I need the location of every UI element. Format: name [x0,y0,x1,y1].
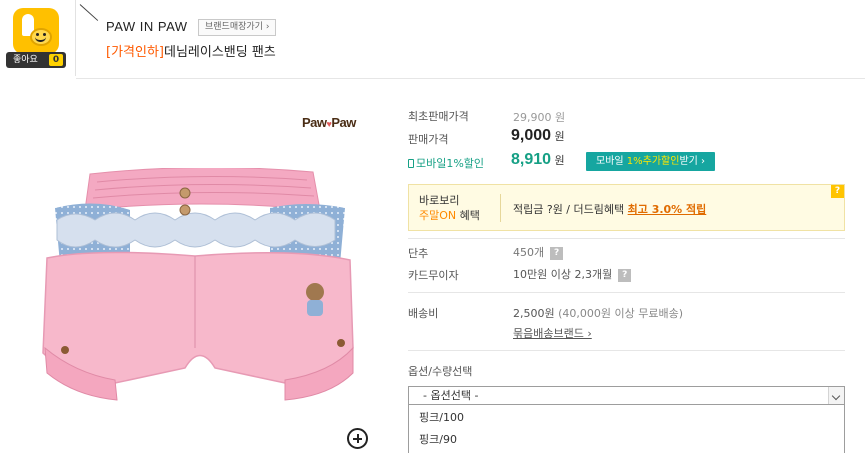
card-interest-label: 카드무이자 [408,269,459,282]
mobile-price: 8,910 원 [511,151,565,169]
help-icon[interactable]: ? [831,185,844,198]
like-count: 0 [49,54,63,66]
weekend-benefit-label: 바로보리 주말ON 혜택 [419,194,480,222]
sale-price: 9,000 원 [511,127,565,145]
mobile-price-unit: 원 [554,154,565,167]
option-selected: - 옵션선택 - [423,389,479,402]
orig-price-value: 29,900 원 [513,111,566,124]
mobile-discount-label: 모바일1%할인 [408,155,484,171]
product-image[interactable] [35,168,365,418]
orig-price-label: 최초판매가격 [408,110,469,123]
divider [408,350,845,351]
header-divider [76,78,865,79]
bundle-shipping-link[interactable]: 묶음배송브랜드 › [513,325,592,341]
breadcrumb-separator [79,4,99,21]
sale-price-value: 9,000 [511,127,552,144]
max-reward-link[interactable]: 최고 3.0% 적립 [628,203,707,216]
promo-divider [500,194,501,222]
shipping-label: 배송비 [408,307,439,320]
zoom-in-icon[interactable] [347,428,368,449]
button-count-label: 단추 [408,247,429,260]
option-select[interactable]: - 옵션선택 - [408,386,845,405]
product-name: 데님레이스밴딩 팬츠 [163,45,276,60]
help-icon[interactable]: ? [550,246,564,260]
mobile-price-value: 8,910 [511,151,552,168]
button-count: 450개? [513,244,564,260]
help-icon[interactable]: ? [618,268,632,282]
brand-logo: Paw♥Paw [302,115,356,130]
option-item[interactable]: 핑크/100 [419,409,464,425]
sale-price-unit: 원 [554,130,565,143]
card-interest: 10만원 이상 2,3개월? [513,266,632,282]
chevron-down-icon[interactable] [828,387,844,404]
mobile-extra-discount-button[interactable]: 모바일 1%추가할인받기 › [586,152,716,171]
like-box[interactable]: 좋아요 0 [0,0,76,76]
divider [408,238,845,239]
promo-text: 적립금 ?원 / 더드림혜택 최고 3.0% 적립 [513,203,707,216]
like-button[interactable]: 좋아요 0 [6,52,66,68]
brand-shop-button[interactable]: 브랜드매장가기 › [198,19,277,36]
product-title: [가격인하]데님레이스밴딩 팬츠 [106,41,276,60]
option-label: 옵션/수량선택 [408,365,473,378]
divider [408,292,845,293]
promo-banner: 바로보리 주말ON 혜택 적립금 ?원 / 더드림혜택 최고 3.0% 적립 ? [408,184,845,231]
brand-name[interactable]: PAW IN PAW [106,19,188,34]
option-list: 핑크/100 핑크/90 [408,405,845,453]
shipping-fee: 2,500원 (40,000원 이상 무료배송) [513,307,684,320]
price-cut-tag: [가격인하] [106,45,164,60]
thumbs-up-smile-icon[interactable] [13,8,59,54]
mobile-phone-icon [408,159,414,168]
option-item[interactable]: 핑크/90 [419,431,457,447]
sale-price-label: 판매가격 [408,133,449,146]
like-label: 좋아요 [13,55,38,65]
